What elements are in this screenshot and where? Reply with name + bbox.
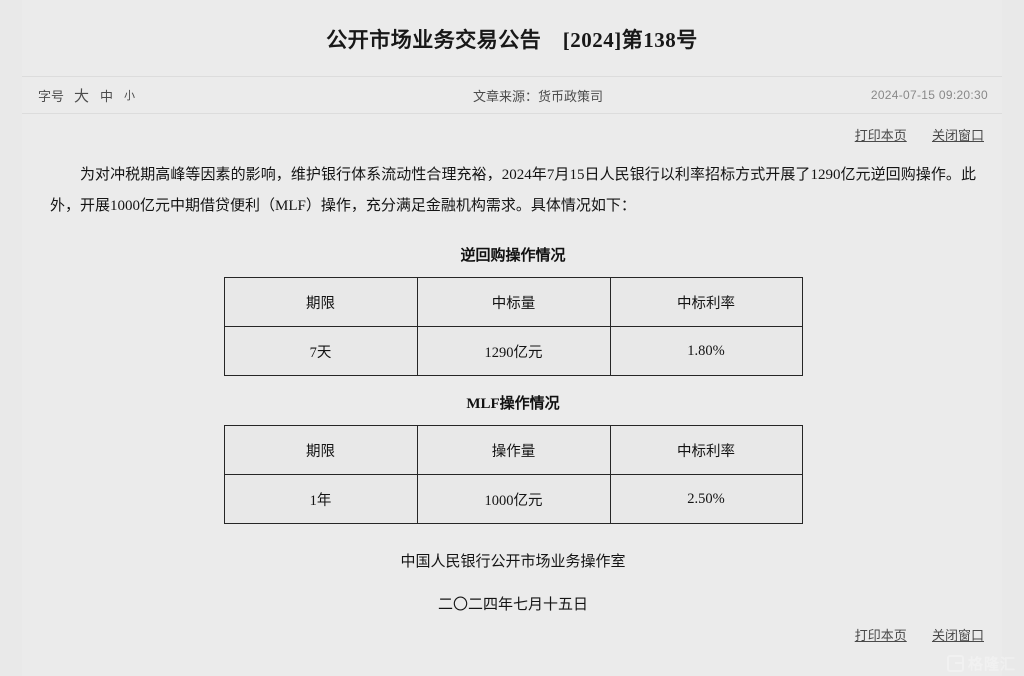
signature-issuer: 中国人民银行公开市场业务操作室 — [400, 554, 626, 570]
fontsize-small-link[interactable]: 小 — [123, 87, 136, 103]
column-header: 期限 — [223, 425, 418, 475]
publish-timestamp: 2024-07-15 09:20:30 — [870, 88, 988, 102]
reverse-repo-table: 期限 中标量 中标利率 7天 1290亿元 1.80% — [223, 277, 803, 376]
table-row: 7天 1290亿元 1.80% — [223, 326, 803, 376]
reverse-repo-section-title: 逆回购操作情况 — [460, 248, 566, 264]
meta-bar: 字号 大 中 小 文章来源：货币政策司 2024-07-15 09:20:30 — [22, 76, 1002, 114]
column-header: 操作量 — [416, 425, 611, 475]
print-page-link[interactable]: 打印本页 — [855, 128, 907, 143]
cell-rate: 1.80% — [609, 326, 803, 376]
top-actions: 打印本页 关闭窗口 — [22, 114, 1002, 144]
fontsize-label: 字号 — [38, 88, 65, 104]
article-paragraph: 为对冲税期高峰等因素的影响，维护银行体系流动性合理充裕，2024年7月15日人民… — [50, 167, 976, 214]
cell-term: 1年 — [223, 474, 418, 524]
column-header: 中标利率 — [609, 425, 803, 475]
table-row: 1年 1000亿元 2.50% — [223, 474, 803, 524]
fontsize-large-link[interactable]: 大 — [73, 85, 90, 106]
mlf-table: 期限 操作量 中标利率 1年 1000亿元 2.50% — [223, 425, 803, 524]
article-page: 公开市场业务交易公告 [2024]第138号 字号 大 中 小 文章来源：货币政… — [22, 0, 1002, 676]
page-title: 公开市场业务交易公告 [2024]第138号 — [326, 28, 698, 52]
print-page-link-bottom[interactable]: 打印本页 — [855, 628, 907, 643]
cell-rate: 2.50% — [609, 474, 803, 524]
article-content: 为对冲税期高峰等因素的影响，维护银行体系流动性合理充裕，2024年7月15日人民… — [22, 144, 1002, 614]
table-header-row: 期限 操作量 中标利率 — [223, 425, 803, 475]
table-header-row: 期限 中标量 中标利率 — [223, 277, 803, 327]
column-header: 期限 — [223, 277, 418, 327]
close-window-link-bottom[interactable]: 关闭窗口 — [932, 628, 984, 643]
fontsize-medium-link[interactable]: 中 — [99, 86, 114, 105]
bottom-actions: 打印本页 关闭窗口 — [833, 625, 984, 644]
column-header: 中标利率 — [609, 277, 803, 327]
close-window-link[interactable]: 关闭窗口 — [932, 128, 984, 143]
column-header: 中标量 — [416, 277, 611, 327]
mlf-section-title: MLF操作情况 — [466, 396, 560, 412]
cell-volume: 1290亿元 — [416, 326, 611, 376]
article-source: 文章来源：货币政策司 — [472, 88, 603, 104]
cell-term: 7天 — [223, 326, 418, 376]
signature-date: 二〇二四年七月十五日 — [437, 597, 588, 613]
cell-volume: 1000亿元 — [416, 474, 611, 524]
